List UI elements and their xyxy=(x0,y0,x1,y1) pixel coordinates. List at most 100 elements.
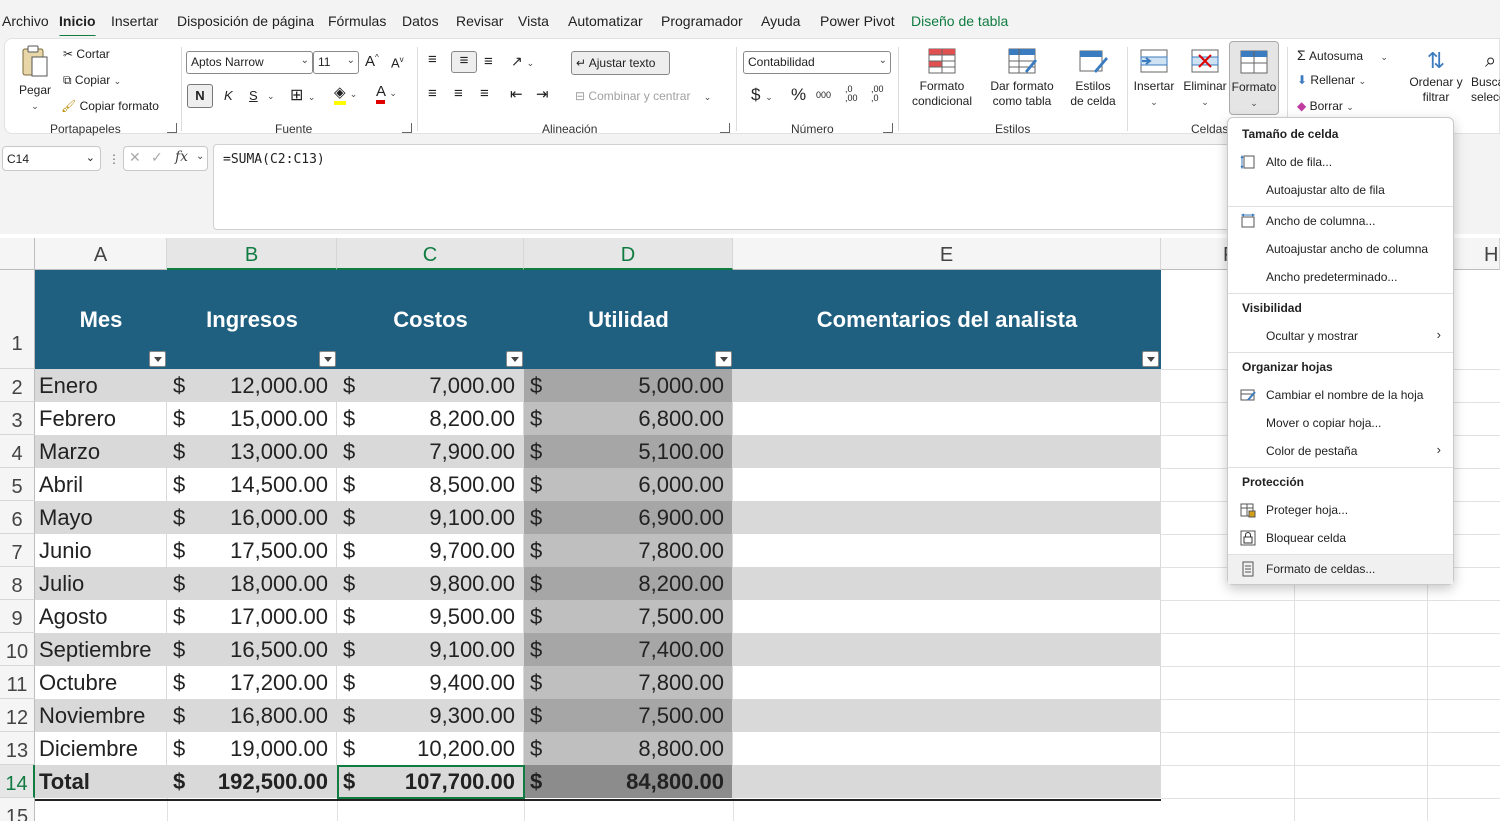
amount-cell[interactable]: $6,900.00 xyxy=(524,501,733,534)
delete-cells-button[interactable]: Eliminar ⌄ xyxy=(1180,47,1230,110)
filter-dropdown-icon[interactable] xyxy=(319,351,336,367)
amount-cell[interactable]: $17,500.00 xyxy=(167,534,337,567)
amount-cell[interactable]: $7,900.00 xyxy=(337,435,524,468)
month-cell[interactable]: Septiembre xyxy=(35,633,167,666)
thousands-button[interactable]: 000 xyxy=(816,90,831,100)
font-size-select[interactable]: 11 ⌄ xyxy=(313,51,359,74)
align-top-icon[interactable]: ≡ xyxy=(428,51,437,68)
amount-cell[interactable]: $10,200.00 xyxy=(337,732,524,765)
amount-cell[interactable]: $19,000.00 xyxy=(167,732,337,765)
select-all-corner[interactable] xyxy=(0,238,35,270)
tab-formulas[interactable]: Fórmulas xyxy=(328,13,386,29)
align-bottom-icon[interactable]: ≡ xyxy=(484,53,493,70)
comment-cell[interactable] xyxy=(733,501,1161,534)
amount-cell[interactable]: $9,700.00 xyxy=(337,534,524,567)
menu-item-column-width[interactable]: Ancho de columna... xyxy=(1228,207,1453,235)
align-left-icon[interactable]: ≡ xyxy=(428,85,437,102)
menu-item-row-height[interactable]: Alto de fila... xyxy=(1228,148,1453,176)
menu-item-tab-color[interactable]: Color de pestaña › xyxy=(1228,437,1453,465)
borders-button[interactable]: ⊞ ⌄ xyxy=(290,85,315,105)
underline-button[interactable]: S xyxy=(249,88,258,103)
cell-styles-button[interactable]: Estilos de celda xyxy=(1065,47,1121,109)
comment-cell[interactable] xyxy=(733,666,1161,699)
amount-cell[interactable]: $192,500.00 xyxy=(167,765,337,798)
menu-item-lock-cell[interactable]: Bloquear celda xyxy=(1228,524,1453,552)
row-header-14[interactable]: 14 xyxy=(0,765,35,798)
comment-cell[interactable] xyxy=(733,732,1161,765)
italic-button[interactable]: K xyxy=(224,88,233,103)
launcher-icon[interactable] xyxy=(402,123,412,133)
amount-cell[interactable]: $8,500.00 xyxy=(337,468,524,501)
amount-cell[interactable]: $9,800.00 xyxy=(337,567,524,600)
comment-cell[interactable] xyxy=(733,600,1161,633)
month-cell[interactable]: Julio xyxy=(35,567,167,600)
align-center-icon[interactable]: ≡ xyxy=(454,85,463,102)
month-cell[interactable]: Total xyxy=(35,765,167,798)
amount-cell[interactable]: $17,200.00 xyxy=(167,666,337,699)
decrease-decimal-button[interactable]: ,00 ,0 xyxy=(871,85,884,103)
underline-dropdown[interactable]: ⌄ xyxy=(267,88,275,102)
column-header-e[interactable]: E xyxy=(733,238,1161,270)
tab-insertar[interactable]: Insertar xyxy=(111,13,158,29)
paste-button[interactable]: Pegar ⌄ xyxy=(13,45,57,114)
amount-cell[interactable]: $13,000.00 xyxy=(167,435,337,468)
amount-cell[interactable]: $14,500.00 xyxy=(167,468,337,501)
amount-cell[interactable]: $12,000.00 xyxy=(167,369,337,402)
comment-cell[interactable] xyxy=(733,765,1161,798)
tab-ayuda[interactable]: Ayuda xyxy=(761,13,800,29)
tab-diseno-tabla[interactable]: Diseño de tabla xyxy=(911,13,1008,29)
amount-cell[interactable]: $5,000.00 xyxy=(524,369,733,402)
menu-item-rename-sheet[interactable]: Cambiar el nombre de la hoja xyxy=(1228,381,1453,409)
wrap-text-button[interactable]: ↵ Ajustar texto xyxy=(571,51,670,75)
filter-dropdown-icon[interactable] xyxy=(715,351,732,367)
merge-center-button[interactable]: ⊟ Combinar y centrar ⌄ xyxy=(575,89,711,103)
month-cell[interactable]: Junio xyxy=(35,534,167,567)
amount-cell[interactable]: $9,400.00 xyxy=(337,666,524,699)
row-header-15[interactable]: 15 xyxy=(0,798,35,821)
increase-indent-icon[interactable]: ⇥ xyxy=(536,85,549,103)
column-header-b[interactable]: B xyxy=(167,238,337,270)
formula-input[interactable]: =SUMA(C2:C13) xyxy=(213,144,1233,230)
comment-cell[interactable] xyxy=(733,699,1161,732)
align-right-icon[interactable]: ≡ xyxy=(480,85,489,102)
month-cell[interactable]: Febrero xyxy=(35,402,167,435)
font-color-button[interactable]: A ⌄ xyxy=(376,83,397,104)
amount-cell[interactable]: $7,000.00 xyxy=(337,369,524,402)
row-header-11[interactable]: 11 xyxy=(0,666,35,699)
amount-cell[interactable]: $5,100.00 xyxy=(524,435,733,468)
comment-cell[interactable] xyxy=(733,369,1161,402)
comment-cell[interactable] xyxy=(733,567,1161,600)
amount-cell[interactable]: $7,400.00 xyxy=(524,633,733,666)
font-name-select[interactable]: Aptos Narrow ⌄ xyxy=(186,51,313,74)
month-cell[interactable]: Enero xyxy=(35,369,167,402)
row-header-12[interactable]: 12 xyxy=(0,699,35,732)
orientation-button[interactable]: ↗ ⌄ xyxy=(511,53,534,70)
amount-cell[interactable]: $7,800.00 xyxy=(524,666,733,699)
amount-cell[interactable]: $7,500.00 xyxy=(524,699,733,732)
month-cell[interactable]: Diciembre xyxy=(35,732,167,765)
comment-cell[interactable] xyxy=(733,435,1161,468)
cut-button[interactable]: ✂ Cortar xyxy=(63,47,110,61)
conditional-format-button[interactable]: Formato condicional xyxy=(903,47,981,109)
column-header-d[interactable]: D xyxy=(524,238,733,270)
comment-cell[interactable] xyxy=(733,468,1161,501)
tab-disposicion[interactable]: Disposición de página xyxy=(177,13,314,29)
row-header-9[interactable]: 9 xyxy=(0,600,35,633)
row-header-8[interactable]: 8 xyxy=(0,567,35,600)
comment-cell[interactable] xyxy=(733,402,1161,435)
fill-color-button[interactable]: ◈ ⌄ xyxy=(334,83,357,105)
month-cell[interactable]: Abril xyxy=(35,468,167,501)
tab-power-pivot[interactable]: Power Pivot xyxy=(820,13,895,29)
fill-button[interactable]: ⬇ Rellenar ⌄ xyxy=(1297,73,1366,87)
copy-button[interactable]: ⧉ Copiar ⌄ xyxy=(63,73,121,88)
menu-item-protect-sheet[interactable]: Proteger hoja... xyxy=(1228,496,1453,524)
sort-filter-button[interactable]: ⇅ Ordenar y filtrar xyxy=(1405,47,1467,105)
cancel-icon[interactable]: ✕ xyxy=(129,149,141,166)
amount-cell[interactable]: $18,000.00 xyxy=(167,567,337,600)
tab-archivo[interactable]: Archivo xyxy=(2,13,49,29)
launcher-icon[interactable] xyxy=(883,123,893,133)
menu-item-hide-show[interactable]: Ocultar y mostrar › xyxy=(1228,322,1453,350)
tab-vista[interactable]: Vista xyxy=(518,13,549,29)
comment-cell[interactable] xyxy=(733,534,1161,567)
number-format-select[interactable]: Contabilidad ⌄ xyxy=(743,51,891,74)
